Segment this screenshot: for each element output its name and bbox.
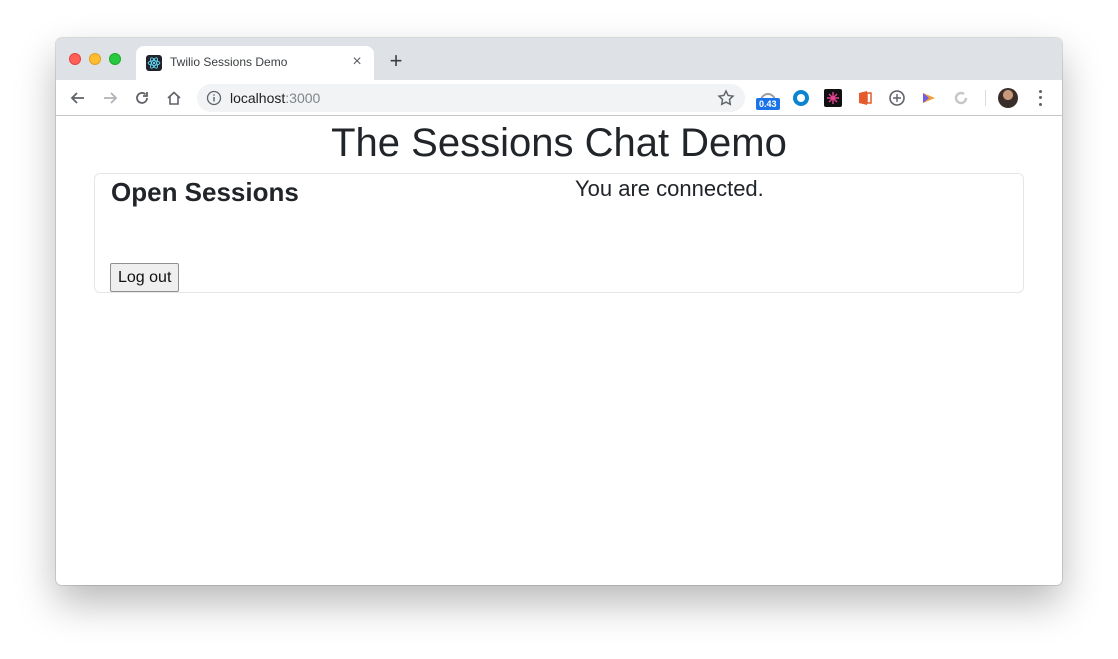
maximize-window-button[interactable] xyxy=(109,53,121,65)
hexagon-extension-icon[interactable] xyxy=(888,89,906,107)
home-icon xyxy=(167,91,181,105)
menu-dot xyxy=(1038,96,1042,100)
tab-twilio-sessions-demo[interactable]: Twilio Sessions Demo × xyxy=(136,46,374,80)
bookmark-star-icon[interactable] xyxy=(717,89,735,107)
browser-toolbar: localhost:3000 0.43 xyxy=(56,80,1062,116)
connection-status: You are connected. xyxy=(575,176,764,201)
tab-strip: Twilio Sessions Demo × + xyxy=(56,38,1062,80)
menu-dot xyxy=(1038,89,1042,93)
page-viewport: The Sessions Chat Demo Open Sessions You… xyxy=(56,117,1062,585)
info-icon[interactable] xyxy=(206,90,222,106)
react-icon xyxy=(146,55,162,71)
browser-menu-icon[interactable] xyxy=(1034,88,1046,108)
url-host: localhost xyxy=(230,90,286,106)
home-button[interactable] xyxy=(162,86,186,110)
new-tab-button[interactable]: + xyxy=(384,50,408,74)
open-sessions-heading: Open Sessions xyxy=(111,177,299,207)
sessions-card: Open Sessions You are connected. Log out xyxy=(94,173,1024,293)
profile-avatar[interactable] xyxy=(998,88,1018,108)
circle-arrow-extension-icon[interactable] xyxy=(952,89,970,107)
forward-button[interactable] xyxy=(98,86,122,110)
page-title: The Sessions Chat Demo xyxy=(331,121,787,165)
reload-button[interactable] xyxy=(130,86,154,110)
speed-badge: 0.43 xyxy=(756,98,780,110)
reload-icon xyxy=(136,92,148,104)
close-window-button[interactable] xyxy=(69,53,81,65)
sparkle-extension-icon[interactable] xyxy=(824,89,842,107)
tab-close-icon[interactable]: × xyxy=(348,53,366,71)
office-extension-icon[interactable] xyxy=(856,89,874,107)
log-out-button[interactable]: Log out xyxy=(110,263,180,292)
tab-title: Twilio Sessions Demo xyxy=(170,55,288,69)
address-bar[interactable]: localhost:3000 xyxy=(197,84,745,112)
url-port: :3000 xyxy=(285,90,321,106)
back-button[interactable] xyxy=(66,86,90,110)
menu-dot xyxy=(1038,103,1042,107)
url-text: localhost:3000 xyxy=(230,90,320,106)
browser-window: Twilio Sessions Demo × + localhost:3000 … xyxy=(56,38,1062,585)
minimize-window-button[interactable] xyxy=(89,53,101,65)
arrow-right-icon xyxy=(104,92,118,104)
arrow-extension-icon[interactable] xyxy=(920,89,938,107)
toolbar-divider xyxy=(985,90,986,106)
ring-extension-icon[interactable] xyxy=(792,89,810,107)
arrow-left-icon xyxy=(70,92,84,104)
